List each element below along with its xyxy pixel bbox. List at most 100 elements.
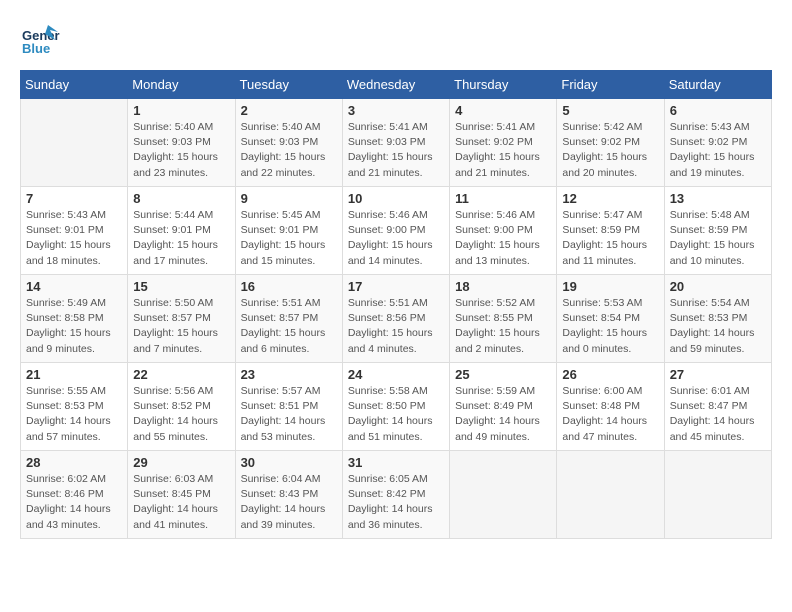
day-number: 9 [241, 191, 337, 206]
calendar-week-row: 21 Sunrise: 5:55 AM Sunset: 8:53 PM Dayli… [21, 363, 772, 451]
day-number: 23 [241, 367, 337, 382]
day-detail: Sunrise: 6:00 AM Sunset: 8:48 PM Dayligh… [562, 384, 658, 445]
logo: General Blue [20, 20, 60, 60]
day-number: 20 [670, 279, 766, 294]
calendar-cell: 3 Sunrise: 5:41 AM Sunset: 9:03 PM Daylig… [342, 99, 449, 187]
calendar-week-row: 28Sunrise: 6:02 AM Sunset: 8:46 PM Dayli… [21, 451, 772, 539]
calendar-cell: 10 Sunrise: 5:46 AM Sunset: 9:00 PM Dayli… [342, 187, 449, 275]
calendar-cell: 11Sunrise: 5:46 AM Sunset: 9:00 PM Dayli… [450, 187, 557, 275]
day-detail: Sunrise: 6:01 AM Sunset: 8:47 PM Dayligh… [670, 384, 766, 445]
calendar-cell: 23 Sunrise: 5:57 AM Sunset: 8:51 PM Dayli… [235, 363, 342, 451]
calendar-cell [450, 451, 557, 539]
day-detail: Sunrise: 5:51 AM Sunset: 8:57 PM Dayligh… [241, 296, 337, 357]
day-number: 5 [562, 103, 658, 118]
day-number: 21 [26, 367, 122, 382]
calendar-cell: 20 Sunrise: 5:54 AM Sunset: 8:53 PM Dayli… [664, 275, 771, 363]
day-detail: Sunrise: 5:53 AM Sunset: 8:54 PM Dayligh… [562, 296, 658, 357]
day-number: 14 [26, 279, 122, 294]
calendar-cell: 16 Sunrise: 5:51 AM Sunset: 8:57 PM Dayli… [235, 275, 342, 363]
calendar-cell: 29 Sunrise: 6:03 AM Sunset: 8:45 PM Dayli… [128, 451, 235, 539]
day-detail: Sunrise: 5:44 AM Sunset: 9:01 PM Dayligh… [133, 208, 229, 269]
day-number: 27 [670, 367, 766, 382]
weekday-header-saturday: Saturday [664, 71, 771, 99]
day-number: 6 [670, 103, 766, 118]
weekday-header-wednesday: Wednesday [342, 71, 449, 99]
day-number: 24 [348, 367, 444, 382]
calendar-cell [21, 99, 128, 187]
day-number: 15 [133, 279, 229, 294]
day-number: 8 [133, 191, 229, 206]
day-number: 30 [241, 455, 337, 470]
day-number: 2 [241, 103, 337, 118]
calendar-week-row: 14 Sunrise: 5:49 AM Sunset: 8:58 PM Dayli… [21, 275, 772, 363]
day-detail: Sunrise: 5:47 AM Sunset: 8:59 PM Dayligh… [562, 208, 658, 269]
calendar-cell: 4Sunrise: 5:41 AM Sunset: 9:02 PM Daylig… [450, 99, 557, 187]
day-number: 25 [455, 367, 551, 382]
calendar-cell: 18Sunrise: 5:52 AM Sunset: 8:55 PM Dayli… [450, 275, 557, 363]
calendar-header-row: SundayMondayTuesdayWednesdayThursdayFrid… [21, 71, 772, 99]
calendar-cell: 17 Sunrise: 5:51 AM Sunset: 8:56 PM Dayli… [342, 275, 449, 363]
calendar-cell: 25 Sunrise: 5:59 AM Sunset: 8:49 PM Dayli… [450, 363, 557, 451]
day-detail: Sunrise: 5:40 AM Sunset: 9:03 PM Dayligh… [241, 120, 337, 181]
day-number: 11 [455, 191, 551, 206]
day-number: 17 [348, 279, 444, 294]
day-number: 22 [133, 367, 229, 382]
calendar-week-row: 1 Sunrise: 5:40 AM Sunset: 9:03 PM Daylig… [21, 99, 772, 187]
day-detail: Sunrise: 5:56 AM Sunset: 8:52 PM Dayligh… [133, 384, 229, 445]
calendar-cell: 8 Sunrise: 5:44 AM Sunset: 9:01 PM Daylig… [128, 187, 235, 275]
day-number: 26 [562, 367, 658, 382]
day-detail: Sunrise: 5:41 AM Sunset: 9:02 PM Dayligh… [455, 120, 551, 181]
day-number: 7 [26, 191, 122, 206]
calendar-cell: 2 Sunrise: 5:40 AM Sunset: 9:03 PM Daylig… [235, 99, 342, 187]
day-detail: Sunrise: 5:59 AM Sunset: 8:49 PM Dayligh… [455, 384, 551, 445]
day-detail: Sunrise: 6:05 AM Sunset: 8:42 PM Dayligh… [348, 472, 444, 533]
day-detail: Sunrise: 5:52 AM Sunset: 8:55 PM Dayligh… [455, 296, 551, 357]
calendar-cell: 22 Sunrise: 5:56 AM Sunset: 8:52 PM Dayli… [128, 363, 235, 451]
day-detail: Sunrise: 5:40 AM Sunset: 9:03 PM Dayligh… [133, 120, 229, 181]
day-number: 3 [348, 103, 444, 118]
calendar-cell: 9 Sunrise: 5:45 AM Sunset: 9:01 PM Daylig… [235, 187, 342, 275]
calendar-cell: 31Sunrise: 6:05 AM Sunset: 8:42 PM Dayli… [342, 451, 449, 539]
calendar-cell: 14 Sunrise: 5:49 AM Sunset: 8:58 PM Dayli… [21, 275, 128, 363]
day-number: 12 [562, 191, 658, 206]
day-number: 28 [26, 455, 122, 470]
day-detail: Sunrise: 5:57 AM Sunset: 8:51 PM Dayligh… [241, 384, 337, 445]
day-detail: Sunrise: 5:49 AM Sunset: 8:58 PM Dayligh… [26, 296, 122, 357]
weekday-header-sunday: Sunday [21, 71, 128, 99]
day-detail: Sunrise: 6:04 AM Sunset: 8:43 PM Dayligh… [241, 472, 337, 533]
calendar-cell: 5 Sunrise: 5:42 AM Sunset: 9:02 PM Daylig… [557, 99, 664, 187]
day-detail: Sunrise: 5:48 AM Sunset: 8:59 PM Dayligh… [670, 208, 766, 269]
calendar-cell: 13Sunrise: 5:48 AM Sunset: 8:59 PM Dayli… [664, 187, 771, 275]
calendar-table: SundayMondayTuesdayWednesdayThursdayFrid… [20, 70, 772, 539]
day-detail: Sunrise: 5:46 AM Sunset: 9:00 PM Dayligh… [348, 208, 444, 269]
calendar-cell: 7 Sunrise: 5:43 AM Sunset: 9:01 PM Daylig… [21, 187, 128, 275]
day-detail: Sunrise: 5:45 AM Sunset: 9:01 PM Dayligh… [241, 208, 337, 269]
calendar-cell: 24 Sunrise: 5:58 AM Sunset: 8:50 PM Dayli… [342, 363, 449, 451]
weekday-header-friday: Friday [557, 71, 664, 99]
day-detail: Sunrise: 5:55 AM Sunset: 8:53 PM Dayligh… [26, 384, 122, 445]
calendar-cell: 1 Sunrise: 5:40 AM Sunset: 9:03 PM Daylig… [128, 99, 235, 187]
day-number: 16 [241, 279, 337, 294]
calendar-cell [664, 451, 771, 539]
calendar-cell: 21 Sunrise: 5:55 AM Sunset: 8:53 PM Dayli… [21, 363, 128, 451]
logo-icon: General Blue [20, 20, 60, 60]
calendar-cell: 28Sunrise: 6:02 AM Sunset: 8:46 PM Dayli… [21, 451, 128, 539]
day-detail: Sunrise: 5:54 AM Sunset: 8:53 PM Dayligh… [670, 296, 766, 357]
day-detail: Sunrise: 5:41 AM Sunset: 9:03 PM Dayligh… [348, 120, 444, 181]
calendar-cell: 12 Sunrise: 5:47 AM Sunset: 8:59 PM Dayli… [557, 187, 664, 275]
day-number: 10 [348, 191, 444, 206]
day-detail: Sunrise: 5:43 AM Sunset: 9:01 PM Dayligh… [26, 208, 122, 269]
calendar-week-row: 7 Sunrise: 5:43 AM Sunset: 9:01 PM Daylig… [21, 187, 772, 275]
svg-text:Blue: Blue [22, 41, 50, 56]
day-detail: Sunrise: 5:42 AM Sunset: 9:02 PM Dayligh… [562, 120, 658, 181]
day-number: 1 [133, 103, 229, 118]
calendar-cell [557, 451, 664, 539]
day-detail: Sunrise: 5:43 AM Sunset: 9:02 PM Dayligh… [670, 120, 766, 181]
day-detail: Sunrise: 5:51 AM Sunset: 8:56 PM Dayligh… [348, 296, 444, 357]
weekday-header-tuesday: Tuesday [235, 71, 342, 99]
weekday-header-monday: Monday [128, 71, 235, 99]
calendar-cell: 27 Sunrise: 6:01 AM Sunset: 8:47 PM Dayli… [664, 363, 771, 451]
day-number: 29 [133, 455, 229, 470]
day-detail: Sunrise: 6:03 AM Sunset: 8:45 PM Dayligh… [133, 472, 229, 533]
day-detail: Sunrise: 5:58 AM Sunset: 8:50 PM Dayligh… [348, 384, 444, 445]
